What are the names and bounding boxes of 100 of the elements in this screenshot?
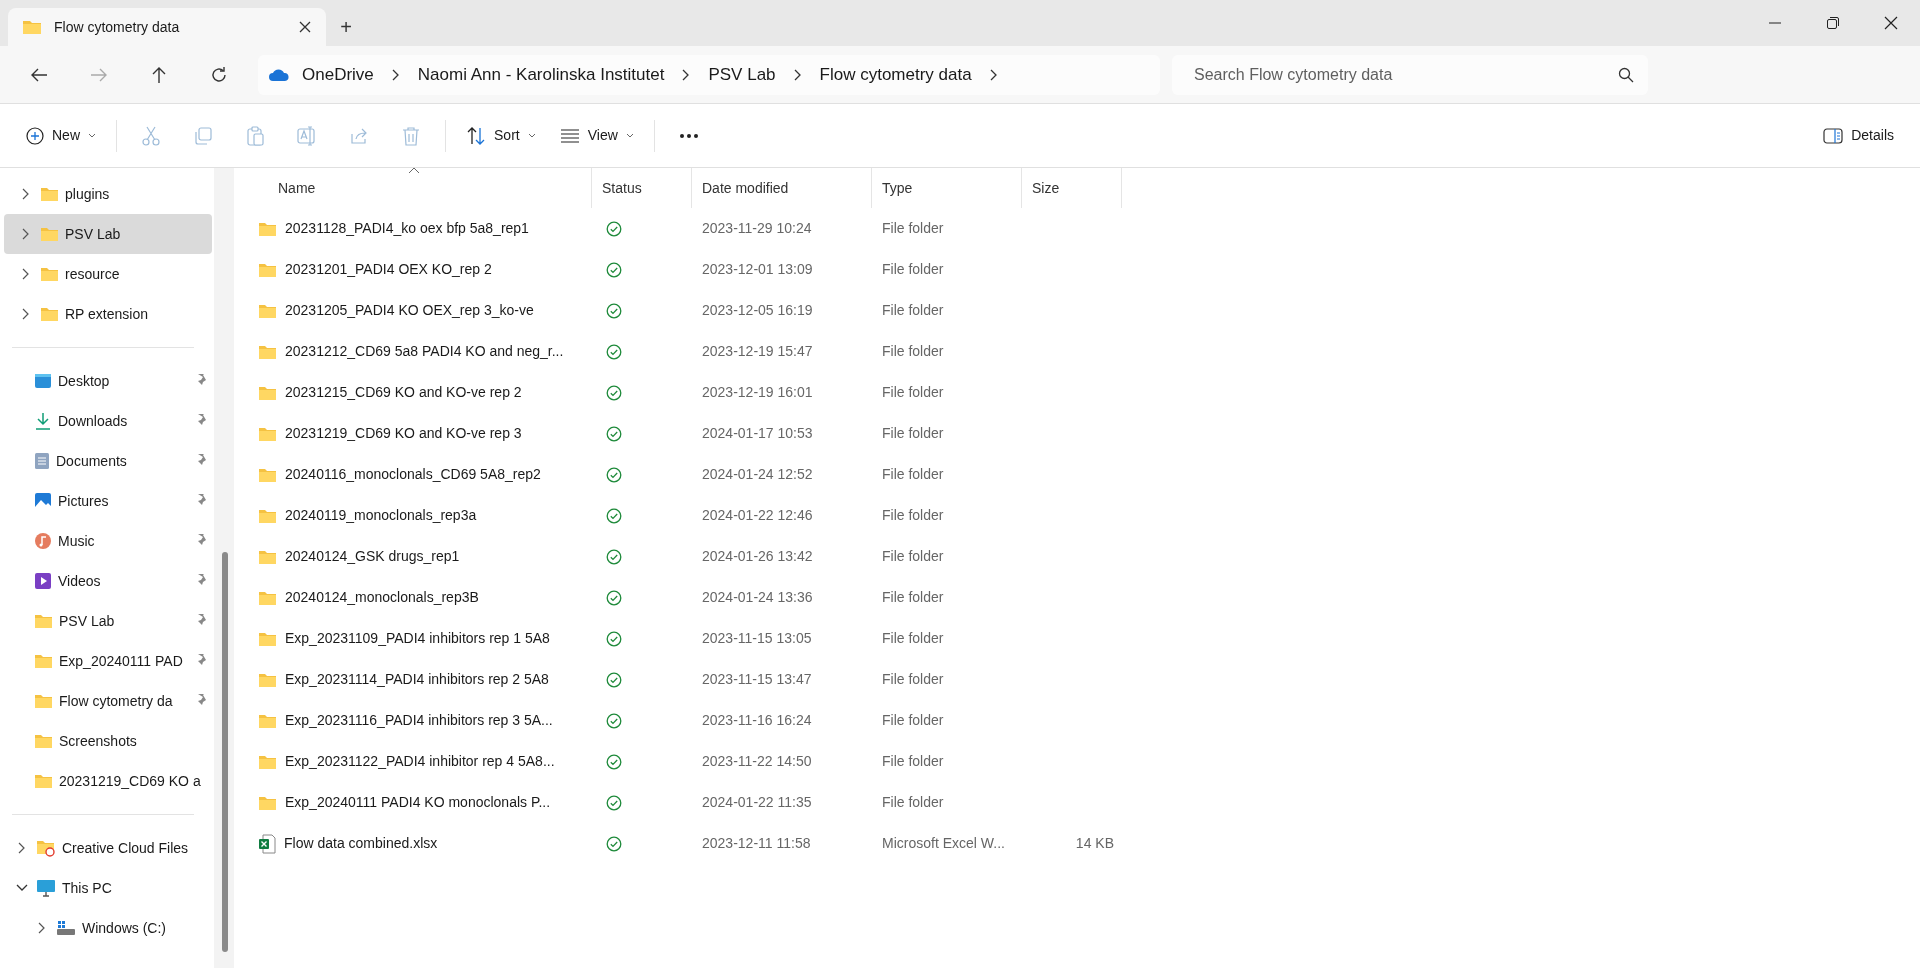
restore-icon: [1826, 16, 1840, 30]
file-row-name[interactable]: 20240119_monoclonals_rep3a: [248, 505, 592, 526]
sidebar-item[interactable]: Windows (C:): [4, 908, 212, 948]
folder-icon: [258, 302, 277, 319]
column-header[interactable]: Date modified: [692, 168, 872, 208]
type-cell: File folder: [882, 466, 944, 482]
date-modified-cell: 2023-11-22 14:50: [702, 753, 812, 769]
sync-check-icon: [606, 549, 622, 566]
file-row-name[interactable]: Exp_20231122_PADI4 inhibitor rep 4 5A8...: [248, 751, 592, 772]
folder-icon: [258, 712, 277, 729]
size-cell: 14 KB: [1075, 835, 1114, 851]
details-button[interactable]: Details: [1813, 115, 1904, 156]
sidebar-item[interactable]: 20231219_CD69 KO a: [4, 761, 212, 801]
breadcrumb-link[interactable]: Flow cytometry data: [813, 61, 978, 88]
folder-icon: [34, 773, 53, 789]
chevron-down-icon: [527, 132, 536, 139]
browser-tab[interactable]: Flow cytometry data: [8, 8, 326, 46]
folder-icon: [258, 507, 277, 524]
sidebar-item[interactable]: RP extension: [4, 294, 212, 334]
folder-icon: [34, 693, 53, 709]
file-row-name[interactable]: Exp_20240111 PADI4 KO monoclonals P...: [248, 792, 592, 813]
new-button[interactable]: New: [16, 115, 106, 156]
column-header[interactable]: Size: [1022, 168, 1122, 208]
folder-icon: [40, 306, 59, 322]
folder-icon: [258, 220, 277, 237]
view-button[interactable]: View: [549, 115, 644, 156]
folder-icon: [34, 653, 53, 669]
file-row-name[interactable]: Exp_20231114_PADI4 inhibitors rep 2 5A8: [248, 669, 592, 690]
folder-icon: [258, 753, 277, 770]
file-row-name[interactable]: 20240116_monoclonals_CD69 5A8_rep2: [248, 464, 592, 485]
sync-check-icon: [606, 672, 622, 689]
file-row-name[interactable]: 20231205_PADI4 KO OEX_rep 3_ko-ve: [248, 300, 592, 321]
monitor-icon: [36, 879, 56, 897]
folder-icon: [40, 226, 59, 242]
address-bar[interactable]: OneDrive Naomi Ann - Karolinska Institutet PSV Lab Flow cytometry data: [258, 54, 1160, 95]
breadcrumb-link[interactable]: PSV Lab: [702, 61, 782, 88]
sidebar-item[interactable]: Pictures: [4, 481, 212, 521]
sidebar-item[interactable]: resource: [4, 254, 212, 294]
sync-check-icon: [606, 795, 622, 812]
breadcrumb-link[interactable]: Naomi Ann - Karolinska Institutet: [411, 61, 671, 88]
folder-icon: [258, 384, 277, 401]
sidebar-item[interactable]: Music: [4, 521, 212, 561]
sidebar-item[interactable]: plugins: [4, 174, 212, 214]
column-header[interactable]: Status: [592, 168, 692, 208]
date-modified-cell: 2023-12-19 15:47: [702, 343, 813, 359]
type-cell: File folder: [882, 507, 944, 523]
sidebar-item[interactable]: PSV Lab: [4, 214, 212, 254]
folder-icon: [258, 343, 277, 360]
file-row-name[interactable]: Flow data combined.xlsx: [248, 833, 592, 854]
sync-check-icon: [606, 221, 622, 238]
breadcrumb-link[interactable]: OneDrive: [296, 61, 380, 88]
new-tab-button[interactable]: +: [326, 8, 366, 46]
sidebar-item[interactable]: Screenshots: [4, 721, 212, 761]
chevron-down-icon: [88, 132, 96, 139]
sync-check-icon: [606, 590, 622, 607]
sync-check-icon: [606, 508, 622, 525]
tab-title: Flow cytometry data: [54, 17, 181, 37]
folder-icon: [258, 630, 277, 647]
folder-icon: [258, 671, 277, 688]
file-row-name[interactable]: Exp_20231109_PADI4 inhibitors rep 1 5A8: [248, 628, 592, 649]
sync-check-icon: [606, 262, 622, 279]
sync-check-icon: [606, 713, 622, 730]
date-modified-cell: 2023-12-05 16:19: [702, 302, 813, 318]
type-cell: File folder: [882, 425, 944, 441]
file-row-name[interactable]: Exp_20231116_PADI4 inhibitors rep 3 5A...: [248, 710, 592, 731]
file-row-name[interactable]: 20231128_PADI4_ko oex bfp 5a8_rep1: [248, 218, 592, 239]
folder-icon: [258, 261, 277, 278]
file-row-name[interactable]: 20240124_monoclonals_rep3B: [248, 587, 592, 608]
sidebar-item[interactable]: This PC: [4, 868, 212, 908]
file-row-name[interactable]: 20231215_CD69 KO and KO-ve rep 2: [248, 382, 592, 403]
details-pane-icon: [1823, 127, 1844, 144]
folder-icon: [40, 186, 59, 202]
sidebar-item[interactable]: PSV Lab: [4, 601, 212, 641]
sidebar-item[interactable]: Documents: [4, 441, 212, 481]
sidebar-item[interactable]: Creative Cloud Files: [4, 828, 212, 868]
sidebar-item[interactable]: Desktop: [4, 361, 212, 401]
close-icon[interactable]: [298, 20, 312, 34]
sidebar-item[interactable]: Videos: [4, 561, 212, 601]
cloud-icon: [268, 67, 290, 82]
file-row-name[interactable]: 20240124_GSK drugs_rep1: [248, 546, 592, 567]
file-row-name[interactable]: 20231212_CD69 5a8 PADI4 KO and neg_r...: [248, 341, 592, 362]
date-modified-cell: 2024-01-22 11:35: [702, 794, 812, 810]
sidebar-item[interactable]: Downloads: [4, 401, 212, 441]
file-row-name[interactable]: 20231201_PADI4 OEX KO_rep 2: [248, 259, 592, 280]
file-row-name[interactable]: 20231219_CD69 KO and KO-ve rep 3: [248, 423, 592, 444]
music-note-icon: [34, 532, 52, 550]
scrollbar-thumb[interactable]: [222, 552, 228, 952]
date-modified-cell: 2024-01-24 13:36: [702, 589, 813, 605]
download-icon: [34, 412, 52, 430]
column-header[interactable]: Type: [872, 168, 1022, 208]
sync-check-icon: [606, 385, 622, 402]
sidebar-item[interactable]: Flow cytometry da: [4, 681, 212, 721]
date-modified-cell: 2023-11-16 16:24: [702, 712, 812, 728]
folder-icon: [40, 266, 59, 282]
type-cell: File folder: [882, 261, 944, 277]
sort-button[interactable]: Sort: [456, 115, 546, 156]
type-cell: File folder: [882, 548, 944, 564]
sidebar-item[interactable]: Exp_20240111 PAD: [4, 641, 212, 681]
scrollbar[interactable]: [214, 168, 234, 968]
column-header[interactable]: Name: [248, 168, 592, 208]
